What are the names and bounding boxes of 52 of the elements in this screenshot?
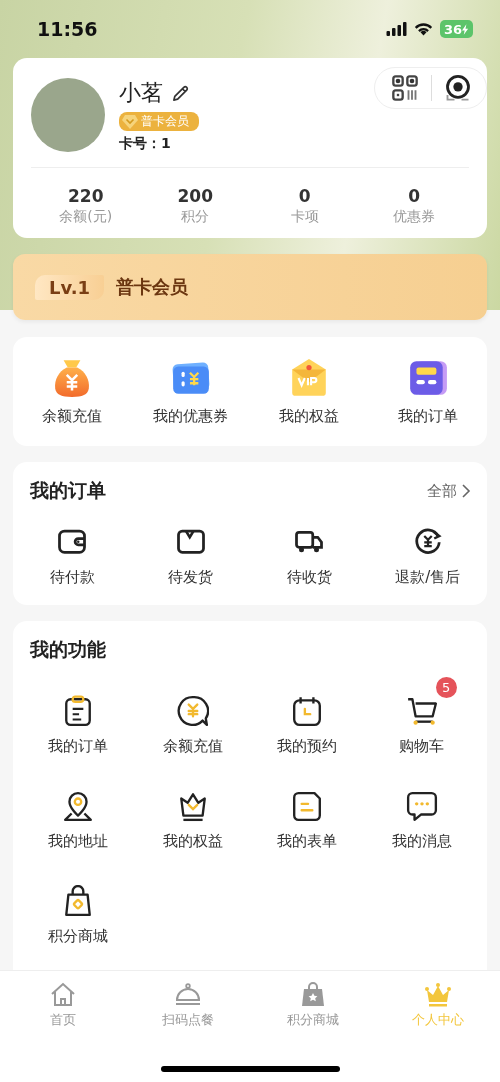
diamond-icon: [122, 114, 138, 129]
signal-icon: [385, 22, 407, 36]
crown-icon: [423, 981, 452, 1009]
qr-code-icon[interactable]: [391, 74, 419, 102]
stat-label: 卡项: [290, 208, 319, 226]
stat-value: 220: [68, 186, 104, 206]
function-item[interactable]: 积分商城: [21, 865, 136, 946]
cart-icon: [405, 695, 438, 727]
message-icon: [405, 790, 438, 822]
card-number: 卡号：1: [119, 135, 172, 153]
order-status-item[interactable]: 待付款: [13, 516, 132, 587]
function-item[interactable]: 我的权益: [135, 770, 250, 851]
count-badge: 5: [435, 677, 457, 698]
quick-action[interactable]: 我的订单: [368, 357, 487, 426]
order-status-item[interactable]: 待收货: [250, 516, 369, 587]
order-status-item[interactable]: 退款/售后: [368, 516, 487, 587]
calendar-icon: [291, 695, 324, 727]
view-all-link[interactable]: 全部: [427, 481, 471, 501]
function-item[interactable]: 我的地址: [21, 770, 136, 851]
charging-icon: [462, 23, 469, 35]
section-title: 我的功能: [30, 637, 106, 662]
function-item[interactable]: 余额充值: [135, 675, 250, 756]
location-pin-icon: [62, 790, 95, 822]
level-title: 普卡会员: [116, 275, 189, 299]
document-icon: [291, 790, 324, 822]
user-name: 小茗: [119, 79, 163, 107]
member-level-text: 普卡会员: [141, 113, 189, 130]
stat-label: 积分: [181, 208, 210, 226]
stat-label: 余额(元): [59, 208, 113, 226]
function-item[interactable]: 我的表单: [250, 770, 365, 851]
quick-action[interactable]: 我的权益: [250, 357, 369, 426]
wifi-icon: [412, 22, 434, 36]
scan-icon[interactable]: [444, 74, 472, 102]
status-time: 11:56: [37, 18, 98, 40]
battery-indicator: 36: [439, 20, 473, 38]
order-status-item[interactable]: 待发货: [131, 516, 250, 587]
level-tag: Lv.1: [35, 274, 105, 300]
function-item[interactable]: 我的订单: [21, 675, 136, 756]
quick-action[interactable]: 余额充值: [13, 357, 132, 426]
section-title: 我的订单: [30, 478, 106, 503]
quick-action[interactable]: 我的优惠券: [131, 357, 250, 426]
refund-icon: [412, 526, 443, 556]
function-item[interactable]: 5 购物车: [364, 675, 479, 756]
currency-bubble-icon: [176, 695, 209, 727]
chevron-right-icon: [461, 483, 471, 499]
stat-value: 0: [298, 186, 311, 206]
stat-label: 优惠券: [393, 208, 436, 226]
function-item[interactable]: 我的消息: [364, 770, 479, 851]
function-item[interactable]: 我的预约: [250, 675, 365, 756]
stat-value: 200: [177, 186, 213, 206]
stat-value: 0: [408, 186, 421, 206]
edit-icon[interactable]: [171, 83, 190, 103]
